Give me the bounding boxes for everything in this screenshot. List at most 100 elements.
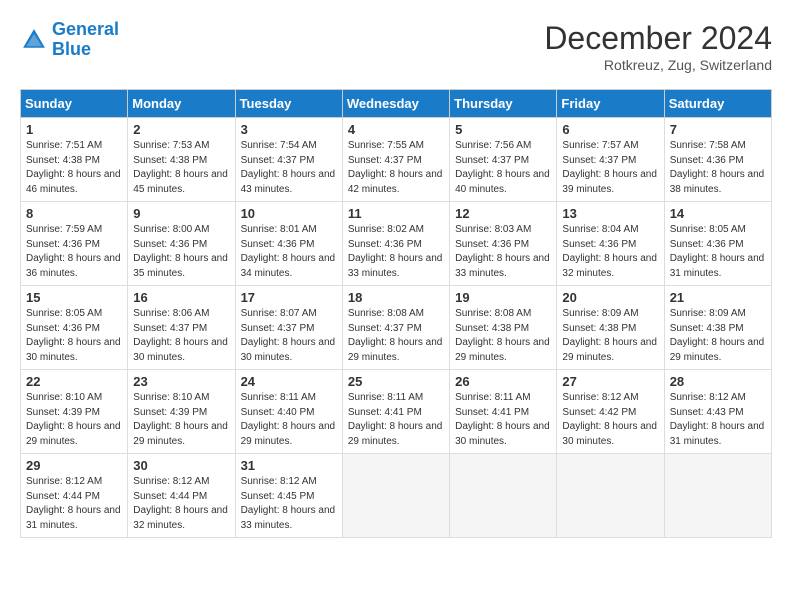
day-info: Sunrise: 8:05 AM Sunset: 4:36 PM Dayligh… (670, 223, 766, 281)
location: Rotkreuz, Zug, Switzerland (544, 57, 772, 73)
calendar-cell: 29 Sunrise: 8:12 AM Sunset: 4:44 PM Dayl… (21, 454, 128, 538)
calendar-cell: 14 Sunrise: 8:05 AM Sunset: 4:36 PM Dayl… (664, 202, 771, 286)
header-friday: Friday (557, 90, 664, 118)
day-info: Sunrise: 8:12 AM Sunset: 4:45 PM Dayligh… (241, 475, 337, 533)
day-info: Sunrise: 7:53 AM Sunset: 4:38 PM Dayligh… (133, 139, 229, 197)
day-info: Sunrise: 8:02 AM Sunset: 4:36 PM Dayligh… (348, 223, 444, 281)
day-number: 5 (455, 122, 551, 137)
month-title: December 2024 (544, 20, 772, 57)
calendar-cell: 26 Sunrise: 8:11 AM Sunset: 4:41 PM Dayl… (450, 370, 557, 454)
calendar-cell: 28 Sunrise: 8:12 AM Sunset: 4:43 PM Dayl… (664, 370, 771, 454)
calendar-cell (557, 454, 664, 538)
day-number: 10 (241, 206, 337, 221)
day-number: 11 (348, 206, 444, 221)
day-info: Sunrise: 8:07 AM Sunset: 4:37 PM Dayligh… (241, 307, 337, 365)
calendar-cell (664, 454, 771, 538)
calendar-cell: 15 Sunrise: 8:05 AM Sunset: 4:36 PM Dayl… (21, 286, 128, 370)
title-block: December 2024 Rotkreuz, Zug, Switzerland (544, 20, 772, 73)
day-number: 17 (241, 290, 337, 305)
logo-line2: Blue (52, 39, 91, 59)
day-number: 22 (26, 374, 122, 389)
day-info: Sunrise: 8:12 AM Sunset: 4:44 PM Dayligh… (133, 475, 229, 533)
day-number: 3 (241, 122, 337, 137)
header-saturday: Saturday (664, 90, 771, 118)
calendar-week-2: 8 Sunrise: 7:59 AM Sunset: 4:36 PM Dayli… (21, 202, 772, 286)
day-info: Sunrise: 8:03 AM Sunset: 4:36 PM Dayligh… (455, 223, 551, 281)
calendar-cell: 23 Sunrise: 8:10 AM Sunset: 4:39 PM Dayl… (128, 370, 235, 454)
header-wednesday: Wednesday (342, 90, 449, 118)
calendar-cell: 9 Sunrise: 8:00 AM Sunset: 4:36 PM Dayli… (128, 202, 235, 286)
calendar-cell: 2 Sunrise: 7:53 AM Sunset: 4:38 PM Dayli… (128, 118, 235, 202)
calendar-week-4: 22 Sunrise: 8:10 AM Sunset: 4:39 PM Dayl… (21, 370, 772, 454)
calendar-cell: 5 Sunrise: 7:56 AM Sunset: 4:37 PM Dayli… (450, 118, 557, 202)
calendar-cell (450, 454, 557, 538)
day-info: Sunrise: 7:55 AM Sunset: 4:37 PM Dayligh… (348, 139, 444, 197)
calendar-cell: 20 Sunrise: 8:09 AM Sunset: 4:38 PM Dayl… (557, 286, 664, 370)
logo: General Blue (20, 20, 119, 60)
header-thursday: Thursday (450, 90, 557, 118)
calendar-cell: 24 Sunrise: 8:11 AM Sunset: 4:40 PM Dayl… (235, 370, 342, 454)
calendar-cell: 12 Sunrise: 8:03 AM Sunset: 4:36 PM Dayl… (450, 202, 557, 286)
logo-line1: General (52, 19, 119, 39)
calendar-cell: 25 Sunrise: 8:11 AM Sunset: 4:41 PM Dayl… (342, 370, 449, 454)
calendar-cell (342, 454, 449, 538)
day-info: Sunrise: 8:08 AM Sunset: 4:38 PM Dayligh… (455, 307, 551, 365)
day-number: 25 (348, 374, 444, 389)
day-number: 29 (26, 458, 122, 473)
calendar-cell: 13 Sunrise: 8:04 AM Sunset: 4:36 PM Dayl… (557, 202, 664, 286)
day-info: Sunrise: 8:12 AM Sunset: 4:43 PM Dayligh… (670, 391, 766, 449)
day-number: 24 (241, 374, 337, 389)
day-info: Sunrise: 8:04 AM Sunset: 4:36 PM Dayligh… (562, 223, 658, 281)
day-number: 12 (455, 206, 551, 221)
calendar-cell: 30 Sunrise: 8:12 AM Sunset: 4:44 PM Dayl… (128, 454, 235, 538)
day-info: Sunrise: 8:01 AM Sunset: 4:36 PM Dayligh… (241, 223, 337, 281)
day-number: 26 (455, 374, 551, 389)
header-monday: Monday (128, 90, 235, 118)
header-sunday: Sunday (21, 90, 128, 118)
day-info: Sunrise: 8:09 AM Sunset: 4:38 PM Dayligh… (562, 307, 658, 365)
day-info: Sunrise: 7:58 AM Sunset: 4:36 PM Dayligh… (670, 139, 766, 197)
day-number: 23 (133, 374, 229, 389)
calendar-cell: 17 Sunrise: 8:07 AM Sunset: 4:37 PM Dayl… (235, 286, 342, 370)
page-header: General Blue December 2024 Rotkreuz, Zug… (20, 20, 772, 73)
day-info: Sunrise: 8:09 AM Sunset: 4:38 PM Dayligh… (670, 307, 766, 365)
day-number: 2 (133, 122, 229, 137)
day-number: 19 (455, 290, 551, 305)
calendar-cell: 1 Sunrise: 7:51 AM Sunset: 4:38 PM Dayli… (21, 118, 128, 202)
calendar-week-1: 1 Sunrise: 7:51 AM Sunset: 4:38 PM Dayli… (21, 118, 772, 202)
day-number: 1 (26, 122, 122, 137)
calendar-cell: 22 Sunrise: 8:10 AM Sunset: 4:39 PM Dayl… (21, 370, 128, 454)
calendar-cell: 3 Sunrise: 7:54 AM Sunset: 4:37 PM Dayli… (235, 118, 342, 202)
calendar-cell: 7 Sunrise: 7:58 AM Sunset: 4:36 PM Dayli… (664, 118, 771, 202)
header-tuesday: Tuesday (235, 90, 342, 118)
day-number: 30 (133, 458, 229, 473)
day-info: Sunrise: 8:12 AM Sunset: 4:42 PM Dayligh… (562, 391, 658, 449)
day-number: 6 (562, 122, 658, 137)
calendar-cell: 4 Sunrise: 7:55 AM Sunset: 4:37 PM Dayli… (342, 118, 449, 202)
day-number: 21 (670, 290, 766, 305)
calendar-week-5: 29 Sunrise: 8:12 AM Sunset: 4:44 PM Dayl… (21, 454, 772, 538)
day-info: Sunrise: 8:08 AM Sunset: 4:37 PM Dayligh… (348, 307, 444, 365)
calendar-cell: 6 Sunrise: 7:57 AM Sunset: 4:37 PM Dayli… (557, 118, 664, 202)
day-number: 31 (241, 458, 337, 473)
day-info: Sunrise: 7:56 AM Sunset: 4:37 PM Dayligh… (455, 139, 551, 197)
day-info: Sunrise: 8:10 AM Sunset: 4:39 PM Dayligh… (26, 391, 122, 449)
day-number: 28 (670, 374, 766, 389)
calendar-week-3: 15 Sunrise: 8:05 AM Sunset: 4:36 PM Dayl… (21, 286, 772, 370)
day-info: Sunrise: 8:05 AM Sunset: 4:36 PM Dayligh… (26, 307, 122, 365)
day-number: 18 (348, 290, 444, 305)
calendar-cell: 8 Sunrise: 7:59 AM Sunset: 4:36 PM Dayli… (21, 202, 128, 286)
day-number: 20 (562, 290, 658, 305)
day-info: Sunrise: 8:11 AM Sunset: 4:41 PM Dayligh… (455, 391, 551, 449)
day-info: Sunrise: 8:11 AM Sunset: 4:41 PM Dayligh… (348, 391, 444, 449)
day-info: Sunrise: 8:00 AM Sunset: 4:36 PM Dayligh… (133, 223, 229, 281)
day-info: Sunrise: 8:06 AM Sunset: 4:37 PM Dayligh… (133, 307, 229, 365)
calendar-cell: 19 Sunrise: 8:08 AM Sunset: 4:38 PM Dayl… (450, 286, 557, 370)
logo-icon (20, 26, 48, 54)
day-number: 13 (562, 206, 658, 221)
day-info: Sunrise: 7:51 AM Sunset: 4:38 PM Dayligh… (26, 139, 122, 197)
day-number: 4 (348, 122, 444, 137)
calendar-header-row: SundayMondayTuesdayWednesdayThursdayFrid… (21, 90, 772, 118)
day-number: 14 (670, 206, 766, 221)
day-info: Sunrise: 7:57 AM Sunset: 4:37 PM Dayligh… (562, 139, 658, 197)
